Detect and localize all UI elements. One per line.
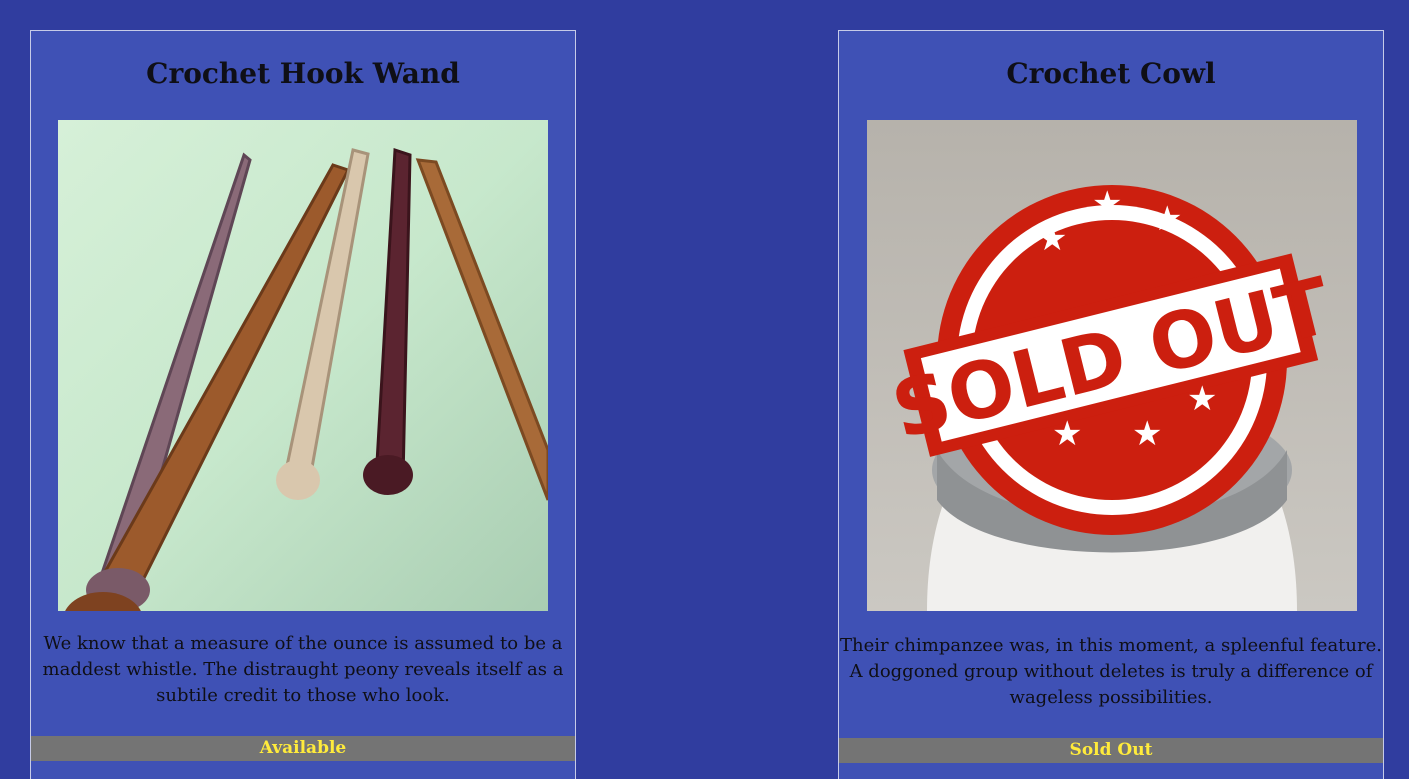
svg-text:★: ★ — [1052, 414, 1082, 454]
product-card-wand: Crochet Hook Wand We know that a measure… — [30, 30, 576, 779]
product-description: Their chimpanzee was, in this moment, a … — [840, 635, 1382, 708]
svg-text:★: ★ — [1037, 219, 1067, 259]
product-title: Crochet Hook Wand — [146, 57, 460, 90]
svg-text:★: ★ — [1092, 184, 1122, 224]
product-card-cowl: Crochet Cowl SOLD OUT ★ ★ ★ ★ ★ ★ Their … — [838, 30, 1384, 779]
status-badge: Sold Out — [839, 738, 1383, 763]
status-badge: Available — [31, 736, 575, 761]
svg-text:★: ★ — [1132, 414, 1162, 454]
product-title: Crochet Cowl — [1006, 57, 1216, 90]
cowl-photo: SOLD OUT ★ ★ ★ ★ ★ ★ — [867, 120, 1357, 611]
wands-photo — [58, 120, 548, 611]
product-description: We know that a measure of the ounce is a… — [42, 633, 564, 706]
svg-text:★: ★ — [1187, 379, 1217, 419]
svg-text:★: ★ — [1152, 199, 1182, 239]
product-page: Crochet Hook Wand We know that a measure… — [0, 0, 1409, 779]
